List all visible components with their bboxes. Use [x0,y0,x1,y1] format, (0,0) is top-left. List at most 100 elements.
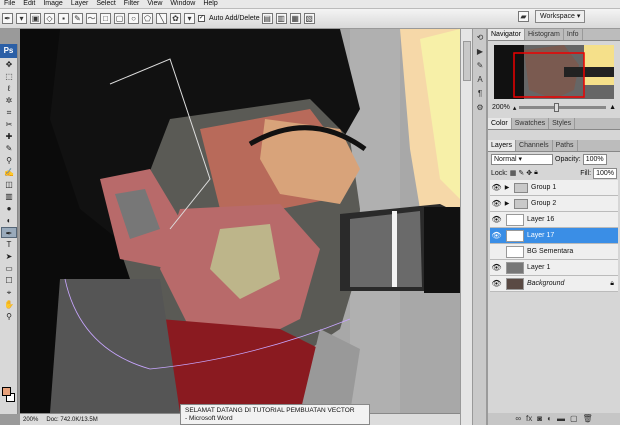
zoom-out-icon[interactable]: ▴ [513,104,517,112]
zoom-in-icon[interactable]: ▲ [609,104,616,111]
shape-dropdown-icon[interactable]: ▾ [184,13,195,24]
vertical-scrollbar[interactable] [460,29,472,425]
exclude-path-icon[interactable]: ▧ [303,13,315,24]
layer-row[interactable]: 👁︎ ▶ Group 2 [490,196,618,212]
shape-tool[interactable]: ▭ [1,263,17,274]
freeform-pen-icon[interactable]: 〜 [86,13,97,24]
tab-histogram[interactable]: Histogram [525,29,564,40]
fill-pixels-icon[interactable]: ▪ [58,13,69,24]
tab-channels[interactable]: Channels [516,140,553,151]
navigator-preview[interactable] [494,45,614,99]
fill-input[interactable]: 100% [593,167,617,179]
lock-transparent-icon[interactable]: ▦ [510,169,517,177]
visibility-eye-icon[interactable]: 👁︎ [490,279,503,288]
layer-row[interactable]: BG Sementara [490,244,618,260]
healing-tool[interactable]: ✚ [1,131,17,142]
lock-image-icon[interactable]: ✎ [518,169,524,177]
pen-tool[interactable]: ✒ [1,227,17,238]
tab-info[interactable]: Info [564,29,583,40]
stamp-tool[interactable]: ⚲ [1,155,17,166]
history-icon[interactable]: ⟲ [475,33,485,43]
lock-all-icon[interactable]: 🔒︎ [534,169,538,177]
slice-tool[interactable]: ✂ [1,119,17,130]
visibility-eye-icon[interactable]: 👁︎ [490,183,503,192]
trash-icon[interactable]: 🗑︎ [583,413,593,425]
character-icon[interactable]: A [475,75,485,85]
shape-layers-icon[interactable]: ▣ [30,13,41,24]
scrollbar-thumb[interactable] [463,41,471,81]
menu-layer[interactable]: Layer [67,0,93,8]
notes-tool[interactable]: ☐ [1,275,17,286]
menu-view[interactable]: View [143,0,166,8]
visibility-eye-icon[interactable]: 👁︎ [490,263,503,272]
tab-layers[interactable]: Layers [488,140,517,151]
navigator-zoom-value[interactable]: 200% [492,104,510,111]
zoom-slider-knob[interactable] [554,103,560,112]
tab-swatches[interactable]: Swatches [512,118,550,129]
tool-preset-dropdown[interactable]: ▾ [16,13,27,24]
brushes-icon[interactable]: ✎ [475,61,485,71]
tab-paths[interactable]: Paths [553,140,578,151]
menu-file[interactable]: File [0,0,19,8]
auto-add-delete-checkbox[interactable]: ✓ [198,15,205,22]
type-tool[interactable]: T [1,239,17,250]
rect-shape-icon[interactable]: □ [100,13,111,24]
new-group-icon[interactable]: ▬ [557,413,565,425]
custom-shape-icon[interactable]: ✿ [170,13,181,24]
expand-arrow-icon[interactable]: ▶ [503,200,511,207]
add-path-icon[interactable]: ▤ [261,13,273,24]
opacity-input[interactable]: 100% [582,153,607,165]
visibility-eye-icon[interactable]: 👁︎ [490,215,503,224]
polygon-icon[interactable]: ⬠ [142,13,153,24]
menu-filter[interactable]: Filter [120,0,144,8]
tab-styles[interactable]: Styles [549,118,576,129]
menu-select[interactable]: Select [92,0,119,8]
pen-tool-icon[interactable]: ✒ [2,13,13,24]
layer-row[interactable]: 👁︎ Background 🔒︎ [490,276,618,292]
pen-icon[interactable]: ✎ [72,13,83,24]
taskbar-popup[interactable]: SELAMAT DATANG DI TUTORIAL PEMBUATAN VEC… [180,404,370,425]
layer-row[interactable]: 👁︎ Layer 16 [490,212,618,228]
zoom-tool[interactable]: ⚲ [1,311,17,322]
layer-row[interactable]: 👁︎ Layer 1 [490,260,618,276]
bridge-icon[interactable]: ▰ [518,11,529,22]
visibility-eye-icon[interactable]: 👁︎ [490,199,503,208]
eraser-tool[interactable]: ◫ [1,179,17,190]
move-tool[interactable]: ✥ [1,59,17,70]
adjustment-layer-icon[interactable]: ◐ [547,413,552,425]
history-brush-tool[interactable]: ✍ [1,167,17,178]
marquee-tool[interactable]: ⬚ [1,71,17,82]
zoom-slider[interactable] [519,103,607,112]
menu-window[interactable]: Window [166,0,199,8]
tab-color[interactable]: Color [488,118,512,129]
lock-position-icon[interactable]: ✥ [526,169,532,177]
menu-edit[interactable]: Edit [19,0,39,8]
path-select-tool[interactable]: ➤ [1,251,17,262]
expand-arrow-icon[interactable]: ▶ [503,184,511,191]
lasso-tool[interactable]: ℓ [1,83,17,94]
visibility-eye-icon[interactable]: 👁︎ [490,231,503,240]
dodge-tool[interactable]: ◐ [1,215,17,226]
menu-help[interactable]: Help [199,0,221,8]
paths-icon[interactable]: ◇ [44,13,55,24]
ellipse-icon[interactable]: ○ [128,13,139,24]
tab-navigator[interactable]: Navigator [488,29,525,40]
magic-wand-tool[interactable]: ✲ [1,95,17,106]
rounded-rect-icon[interactable]: ▢ [114,13,125,24]
line-icon[interactable]: ╲ [156,13,167,24]
menu-image[interactable]: Image [39,0,66,8]
layer-row[interactable]: 👁︎ ▶ Group 1 [490,180,618,196]
blend-mode-select[interactable]: Normal ▾ [491,153,553,165]
intersect-path-icon[interactable]: ▦ [289,13,301,24]
zoom-level[interactable]: 200% [23,417,38,423]
crop-tool[interactable]: ⌗ [1,107,17,118]
subtract-path-icon[interactable]: ▥ [275,13,287,24]
new-layer-icon[interactable]: ▢ [570,413,578,425]
eyedropper-tool[interactable]: ⌖ [1,287,17,298]
paragraph-icon[interactable]: ¶ [475,89,485,99]
workspace-button[interactable]: Workspace ▾ [535,10,586,23]
brush-tool[interactable]: ✎ [1,143,17,154]
layer-row[interactable]: 👁︎ Layer 17 [490,228,618,244]
tool-presets-icon[interactable]: ⚙ [475,103,485,113]
blur-tool[interactable]: ● [1,203,17,214]
